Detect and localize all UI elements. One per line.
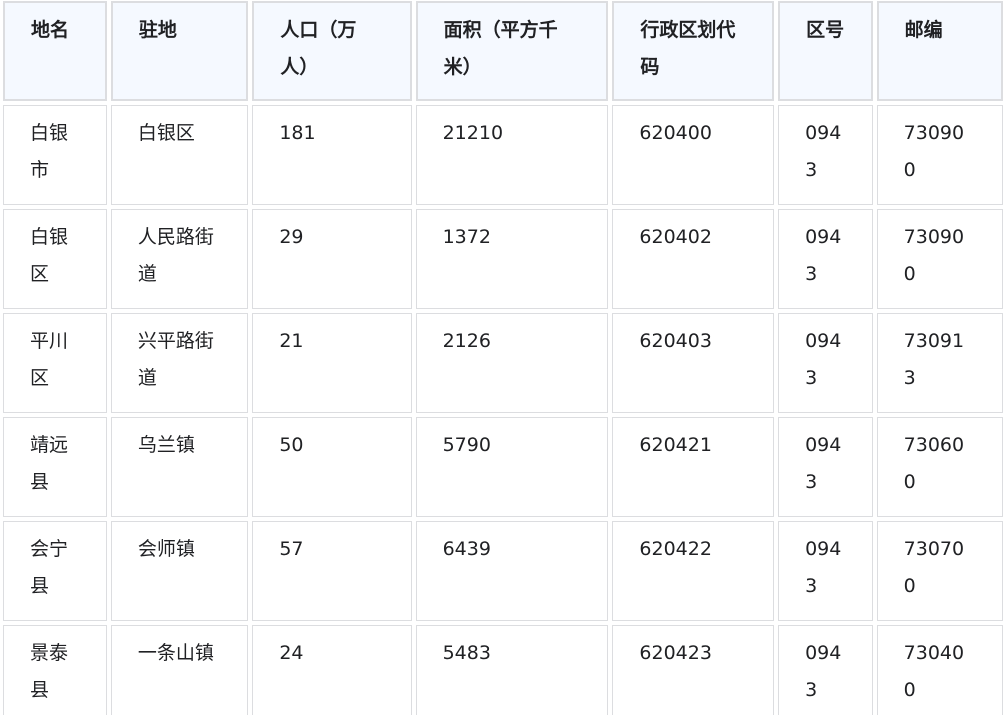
table-row: 平川区 兴平路街道 21 2126 620403 0943 730913 xyxy=(3,313,1003,413)
cell-area: 21210 xyxy=(415,105,609,205)
cell-area: 2126 xyxy=(415,313,609,413)
header-division-code: 行政区划代码 xyxy=(612,1,775,101)
cell-place-name: 景泰县 xyxy=(3,625,107,715)
cell-division-code: 620422 xyxy=(612,521,775,621)
cell-place-name: 平川区 xyxy=(3,313,107,413)
table-row: 白银区 人民路街道 29 1372 620402 0943 730900 xyxy=(3,209,1003,309)
cell-division-code: 620400 xyxy=(612,105,775,205)
header-area: 面积（平方千米） xyxy=(415,1,609,101)
district-table: 地名 驻地 人口（万人） 面积（平方千米） 行政区划代码 区号 邮编 白银市 白… xyxy=(0,0,1007,715)
cell-postal-code: 730700 xyxy=(876,521,1003,621)
cell-seat: 人民路街道 xyxy=(110,209,249,309)
cell-population: 24 xyxy=(252,625,412,715)
header-postal-code: 邮编 xyxy=(876,1,1003,101)
cell-area: 5483 xyxy=(415,625,609,715)
cell-area-code: 0943 xyxy=(778,105,873,205)
cell-seat: 会师镇 xyxy=(110,521,249,621)
table-viewport: 地名 驻地 人口（万人） 面积（平方千米） 行政区划代码 区号 邮编 白银市 白… xyxy=(0,0,1008,715)
cell-seat: 兴平路街道 xyxy=(110,313,249,413)
cell-seat: 乌兰镇 xyxy=(110,417,249,517)
cell-place-name: 白银市 xyxy=(3,105,107,205)
cell-division-code: 620423 xyxy=(612,625,775,715)
cell-area: 5790 xyxy=(415,417,609,517)
cell-area-code: 0943 xyxy=(778,521,873,621)
table-row: 白银市 白银区 181 21210 620400 0943 730900 xyxy=(3,105,1003,205)
cell-area: 1372 xyxy=(415,209,609,309)
cell-postal-code: 730900 xyxy=(876,209,1003,309)
cell-area-code: 0943 xyxy=(778,417,873,517)
cell-seat: 一条山镇 xyxy=(110,625,249,715)
cell-division-code: 620421 xyxy=(612,417,775,517)
table-row: 景泰县 一条山镇 24 5483 620423 0943 730400 xyxy=(3,625,1003,715)
cell-population: 57 xyxy=(252,521,412,621)
table-header-row: 地名 驻地 人口（万人） 面积（平方千米） 行政区划代码 区号 邮编 xyxy=(3,1,1003,101)
cell-area-code: 0943 xyxy=(778,209,873,309)
cell-area: 6439 xyxy=(415,521,609,621)
cell-population: 181 xyxy=(252,105,412,205)
cell-place-name: 白银区 xyxy=(3,209,107,309)
cell-place-name: 会宁县 xyxy=(3,521,107,621)
table-row: 靖远县 乌兰镇 50 5790 620421 0943 730600 xyxy=(3,417,1003,517)
cell-population: 21 xyxy=(252,313,412,413)
header-population: 人口（万人） xyxy=(252,1,412,101)
cell-postal-code: 730913 xyxy=(876,313,1003,413)
cell-division-code: 620402 xyxy=(612,209,775,309)
cell-postal-code: 730400 xyxy=(876,625,1003,715)
header-area-code: 区号 xyxy=(778,1,873,101)
cell-area-code: 0943 xyxy=(778,313,873,413)
cell-population: 50 xyxy=(252,417,412,517)
cell-seat: 白银区 xyxy=(110,105,249,205)
table-row: 会宁县 会师镇 57 6439 620422 0943 730700 xyxy=(3,521,1003,621)
cell-division-code: 620403 xyxy=(612,313,775,413)
cell-place-name: 靖远县 xyxy=(3,417,107,517)
header-seat: 驻地 xyxy=(110,1,249,101)
cell-postal-code: 730600 xyxy=(876,417,1003,517)
cell-postal-code: 730900 xyxy=(876,105,1003,205)
header-place-name: 地名 xyxy=(3,1,107,101)
cell-population: 29 xyxy=(252,209,412,309)
cell-area-code: 0943 xyxy=(778,625,873,715)
